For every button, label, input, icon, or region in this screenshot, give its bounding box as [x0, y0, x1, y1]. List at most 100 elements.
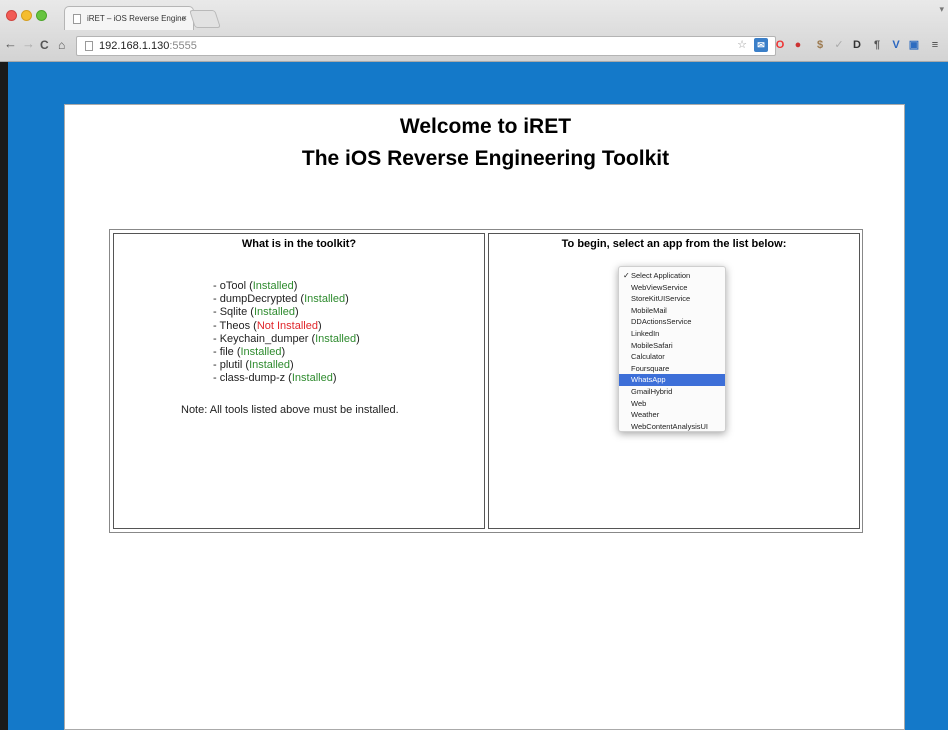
app-option[interactable]: StoreKitUIService [619, 293, 725, 305]
app-option-label: Weather [631, 410, 660, 420]
tool-item: - dumpDecrypted (Installed) [213, 293, 360, 306]
toolkit-header: What is in the toolkit? [241, 238, 357, 250]
app-select-cell: To begin, select an app from the list be… [488, 233, 860, 529]
bookmark-star-icon[interactable]: ☆ [735, 38, 749, 52]
toolkit-table: What is in the toolkit? - oTool (Install… [109, 229, 863, 533]
app-option[interactable]: MobileSafari [619, 340, 725, 352]
app-option-label: MobileSafari [631, 340, 673, 350]
app-option-label: MobileMail [631, 305, 667, 315]
tool-list: - oTool (Installed) - dumpDecrypted (Inst… [213, 280, 360, 386]
tool-item: - oTool (Installed) [213, 280, 360, 293]
app-option-label: LinkedIn [631, 328, 660, 338]
app-option[interactable]: ✓ Select Application [619, 270, 725, 282]
page-title: Welcome to iRET [399, 115, 572, 138]
tool-status: Installed [304, 293, 346, 306]
tool-status-close: ) [317, 319, 322, 332]
tool-item: - file (Installed) [213, 346, 360, 359]
extension-mail-icon[interactable]: ✉ [754, 38, 768, 52]
tab-close-icon[interactable]: × [182, 13, 187, 23]
content-panel: Welcome to iRET The iOS Reverse Engineer… [64, 104, 905, 730]
app-option-label: WebViewService [631, 282, 688, 292]
tool-name: - class-dump-z ( [213, 372, 292, 385]
page-icon [73, 14, 81, 24]
tool-name: - Sqlite ( [213, 306, 254, 319]
tool-status-close: ) [332, 372, 337, 385]
tool-status-close: ) [345, 293, 349, 306]
window-menu-icon[interactable]: ▾ [939, 4, 944, 15]
back-arrow-icon[interactable]: ← [4, 36, 17, 51]
extension-v-icon[interactable]: V [889, 38, 903, 52]
menu-icon[interactable]: ≡ [928, 38, 942, 52]
app-option[interactable]: LinkedIn [619, 328, 725, 340]
extension-dollar-icon[interactable]: $ [813, 38, 827, 52]
app-option[interactable]: GmailHybrid [619, 386, 725, 398]
window-zoom-button[interactable] [36, 10, 47, 21]
page-subtitle: The iOS Reverse Engineering Toolkit [301, 147, 670, 170]
navigation-bar: ← → C ⌂ 192.168.1.130:5555 ☆ ✉ O ● $ ✓ D… [0, 30, 948, 62]
forward-arrow-icon[interactable]: → [22, 36, 35, 51]
tool-status: Not Installed [256, 319, 318, 332]
url-host: 192.168.1.130 [99, 40, 170, 52]
tool-status-close: ) [356, 332, 360, 345]
app-option[interactable]: Foursquare [619, 363, 725, 375]
extension-opera-icon[interactable]: O [773, 38, 787, 52]
tab-strip: iRET – iOS Reverse Engine × ▾ [0, 0, 948, 30]
tool-status: Installed [291, 372, 333, 385]
tool-status: Installed [253, 306, 295, 319]
page-icon [85, 41, 93, 51]
page-viewport: Welcome to iRET The iOS Reverse Engineer… [8, 62, 948, 730]
extension-window-icon[interactable]: ▣ [907, 38, 921, 52]
app-option[interactable]: DDActionsService [619, 316, 725, 328]
tool-item: - Sqlite (Installed) [213, 306, 360, 319]
app-option-label: Calculator [631, 352, 665, 362]
tool-status-close: ) [281, 346, 286, 359]
extension-check-icon[interactable]: ✓ [832, 38, 846, 52]
app-option-label: Foursquare [631, 363, 670, 373]
tool-item: - Theos (Not Installed) [213, 320, 360, 333]
tool-status: Installed [315, 332, 357, 345]
tool-name: - Keychain_dumper ( [213, 332, 316, 345]
checkmark-icon: ✓ [623, 271, 630, 280]
tool-name: - file ( [213, 346, 241, 359]
new-tab-button[interactable] [189, 10, 221, 28]
app-option[interactable]: Calculator [619, 351, 725, 363]
extension-d-icon[interactable]: D [850, 38, 864, 52]
url-port: :5555 [169, 40, 197, 52]
tab-title: iRET – iOS Reverse Engine [87, 14, 187, 23]
tool-name: - plutil ( [213, 359, 250, 372]
app-option[interactable]: MobileMail [619, 305, 725, 317]
tool-status: Installed [252, 280, 294, 292]
app-option[interactable]: WhatsApp [619, 374, 725, 386]
app-option[interactable]: WebViewService [619, 282, 725, 294]
app-option[interactable]: Weather [619, 409, 725, 421]
app-option-label: Web [631, 398, 647, 408]
tool-status: Installed [249, 359, 291, 372]
browser-chrome: iRET – iOS Reverse Engine × ▾ ← → C ⌂ 19… [0, 0, 948, 62]
app-option-label: GmailHybrid [631, 386, 673, 396]
tool-status-close: ) [293, 280, 298, 292]
tool-name: - dumpDecrypted ( [213, 293, 305, 306]
app-option[interactable]: Web [619, 398, 725, 410]
toolkit-cell: What is in the toolkit? - oTool (Install… [113, 233, 485, 529]
app-option-label: WhatsApp [631, 375, 666, 385]
tool-status: Installed [240, 346, 282, 359]
window-minimize-button[interactable] [21, 10, 32, 21]
app-option-label: StoreKitUIService [631, 294, 691, 304]
home-icon[interactable]: ⌂ [58, 38, 65, 52]
app-option-label: DDActionsService [631, 317, 692, 327]
reload-icon[interactable]: C [40, 38, 49, 52]
window-close-button[interactable] [6, 10, 17, 21]
app-select-dropdown[interactable]: ✓ Select Application WebViewService StoreKi… [618, 266, 726, 432]
app-select-header: To begin, select an app from the list be… [561, 238, 787, 250]
tool-status-close: ) [290, 359, 294, 372]
extension-badge-icon[interactable]: ● [791, 38, 805, 52]
tool-name: - Theos ( [213, 319, 257, 332]
tool-item: - plutil (Installed) [213, 359, 360, 372]
tool-item: - Keychain_dumper (Installed) [213, 333, 360, 346]
extension-pilcrow-icon[interactable]: ¶ [870, 38, 884, 52]
app-option[interactable]: WebContentAnalysisUI [619, 421, 725, 433]
app-option-label: Select Application [631, 271, 691, 280]
address-bar[interactable]: 192.168.1.130:5555 [76, 36, 776, 56]
install-note: Note: All tools listed above must be ins… [181, 404, 399, 416]
browser-tab[interactable]: iRET – iOS Reverse Engine × [64, 6, 194, 30]
